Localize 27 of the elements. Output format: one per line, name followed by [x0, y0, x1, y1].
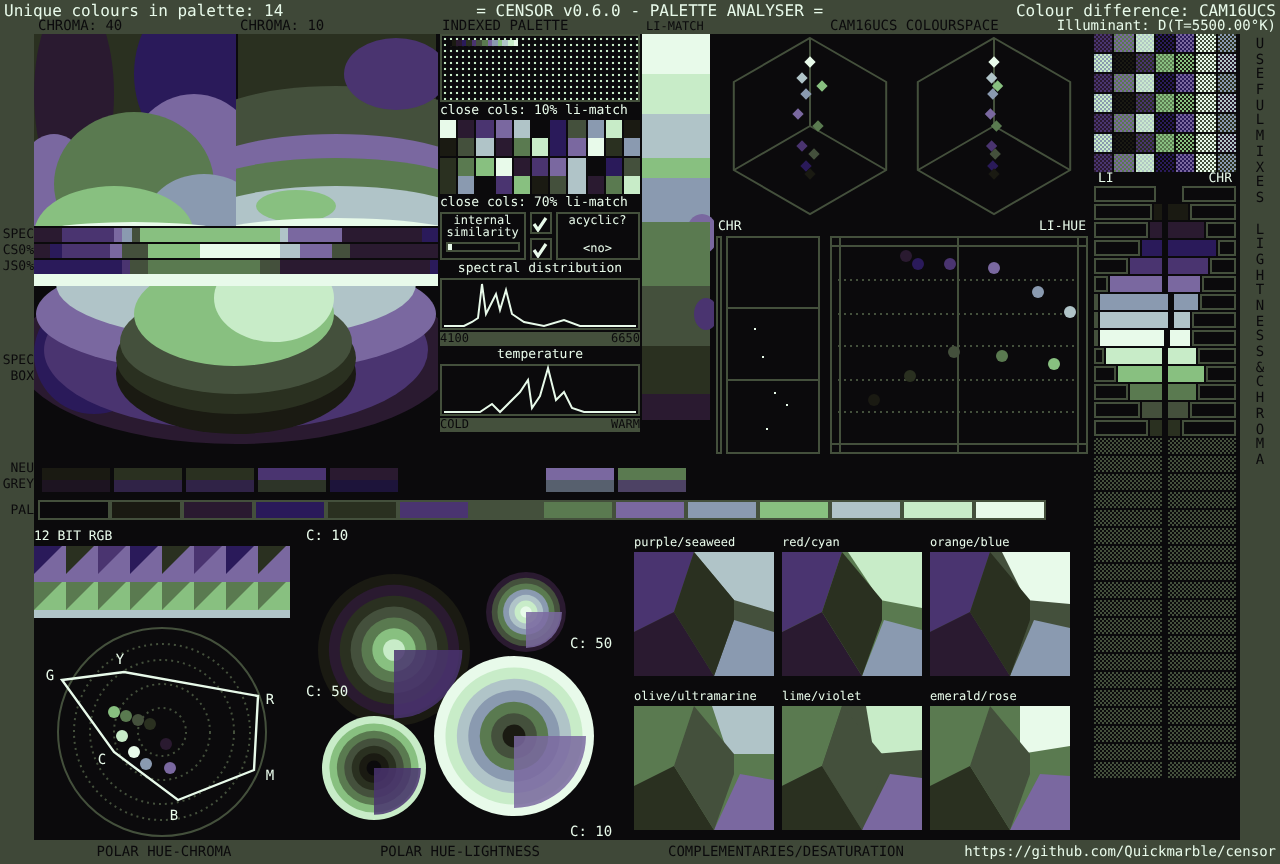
colour-mixes-drawing	[1094, 34, 1236, 172]
palette-swatch[interactable]	[182, 500, 254, 520]
complementary-tile-drawing	[782, 552, 922, 676]
palette-swatch[interactable]	[38, 500, 110, 520]
palette-swatch[interactable]	[974, 500, 1046, 520]
palette-swatch[interactable]	[254, 500, 326, 520]
complementary-tile-drawing	[634, 552, 774, 676]
complementary-tile-drawing	[930, 552, 1070, 676]
palette-swatch[interactable]	[326, 500, 398, 520]
colour-difference-label: Colour difference: CAM16UCS	[1015, 3, 1276, 17]
complementary-tile-drawing	[634, 706, 774, 830]
app-title: = CENSOR v0.6.0 - PALETTE ANALYSER =	[476, 3, 824, 17]
complementary-tile-drawing	[930, 706, 1070, 830]
palette-swatch[interactable]	[758, 500, 830, 520]
palette-swatch[interactable]	[686, 500, 758, 520]
palette-swatch[interactable]	[614, 500, 686, 520]
palette-swatch[interactable]	[542, 500, 614, 520]
palette-swatch[interactable]	[110, 500, 182, 520]
checkbox[interactable]	[529, 238, 551, 260]
unique-colours-count: Unique colours in palette: 14	[4, 3, 284, 17]
palette-swatch[interactable]	[902, 500, 974, 520]
similarity-slider[interactable]	[445, 242, 520, 252]
complementary-tile-drawing	[782, 706, 922, 830]
palette-swatch[interactable]	[830, 500, 902, 520]
palette-swatch[interactable]	[470, 500, 542, 520]
checkbox[interactable]	[529, 212, 551, 234]
palette-swatch[interactable]	[398, 500, 470, 520]
